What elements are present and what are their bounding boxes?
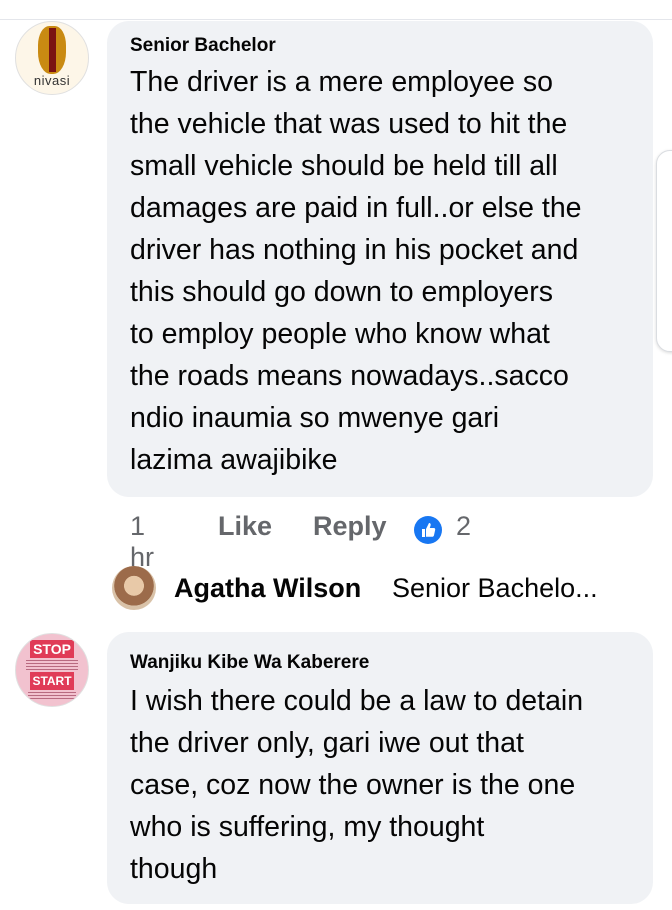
comment-line: the roads means nowadays..sacco: [130, 360, 569, 392]
comment-line: the vehicle that was used to hit the: [130, 108, 568, 140]
avatar[interactable]: STOP START: [15, 633, 89, 707]
avatar-fine-print: [28, 692, 76, 700]
comment-line: lazima awajibike: [130, 444, 338, 476]
logo-bar: [49, 28, 56, 72]
comment-line: the driver only, gari iwe out that: [130, 727, 524, 759]
comment-timestamp[interactable]: 1 hr: [130, 511, 154, 573]
like-button[interactable]: Like: [218, 511, 272, 542]
comment-text: The driver is a mere employee so the veh…: [130, 61, 582, 481]
comment-line: though: [130, 853, 218, 885]
reply-snippet[interactable]: Senior Bachelo...: [392, 573, 598, 604]
comment-line: case, coz now the owner is the one: [130, 769, 576, 801]
thumbs-up-icon[interactable]: [414, 516, 442, 544]
avatar-fine-print: [26, 660, 78, 670]
side-card-edge: [656, 150, 672, 352]
comment-line: driver has nothing in his pocket and: [130, 234, 579, 266]
top-divider: [0, 19, 672, 20]
comment-text: I wish there could be a law to detain th…: [130, 680, 583, 890]
comment-line: to employ people who know what: [130, 318, 550, 350]
comment-line: ndio inaumia so mwenye gari: [130, 402, 500, 434]
reaction-count[interactable]: 2: [456, 511, 471, 542]
avatar-stop-text: STOP: [30, 640, 74, 658]
comment-line: small vehicle should be held till all: [130, 150, 558, 182]
avatar-start-text: START: [30, 672, 74, 690]
comment-author[interactable]: Wanjiku Kibe Wa Kaberere: [130, 652, 369, 674]
comment-author[interactable]: Senior Bachelor: [130, 35, 276, 57]
reply-button[interactable]: Reply: [313, 511, 387, 542]
avatar[interactable]: [112, 566, 156, 610]
comment-line: damages are paid in full..or else the: [130, 192, 582, 224]
comment-line: I wish there could be a law to detain: [130, 685, 584, 717]
comment-line: this should go down to employers: [130, 276, 553, 308]
comment-line: who is suffering, my thought: [130, 811, 485, 843]
reply-author[interactable]: Agatha Wilson: [174, 573, 361, 604]
avatar-logo-text: nivasi: [33, 73, 71, 88]
avatar[interactable]: nivasi: [15, 21, 89, 95]
comment-line: The driver is a mere employee so: [130, 66, 553, 98]
